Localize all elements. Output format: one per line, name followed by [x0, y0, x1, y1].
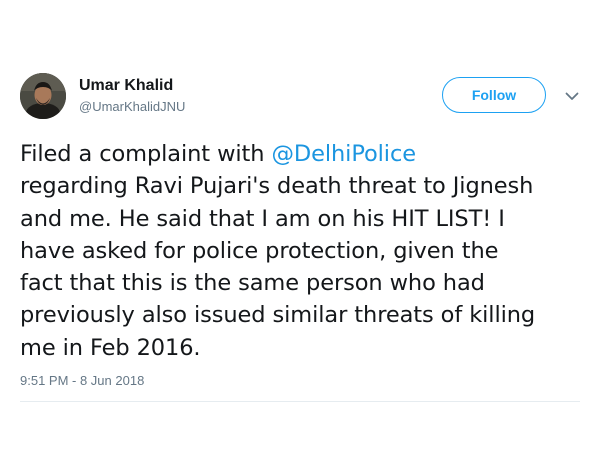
chevron-down-icon	[565, 92, 579, 100]
user-avatar-icon	[20, 73, 66, 119]
author-display-name[interactable]: Umar Khalid	[79, 77, 173, 95]
follow-button[interactable]: Follow	[442, 77, 546, 113]
tweet-timestamp[interactable]: 9:51 PM - 8 Jun 2018	[20, 373, 144, 388]
divider	[20, 401, 580, 402]
tweet-text: Filed a complaint with @DelhiPolice rega…	[20, 138, 590, 364]
mention-link[interactable]: @DelhiPolice	[271, 141, 416, 167]
tweet-text-line: have asked for police protection, given …	[20, 237, 499, 264]
tweet-text-segment: Filed a complaint with	[20, 141, 272, 167]
tweet-text-line: fact that this is the same person who ha…	[20, 270, 485, 297]
avatar[interactable]	[20, 73, 66, 119]
tweet-text-line: and me. He said that I am on his HIT LIS…	[20, 205, 505, 232]
tweet-text-line: Filed a complaint with @DelhiPolice	[20, 138, 590, 170]
tweet-text-line: regarding Ravi Pujari's death threat to …	[20, 173, 534, 200]
tweet-text-line: previously also issued similar threats o…	[20, 302, 536, 329]
tweet-card: Umar Khalid @UmarKhalidJNU Follow Filed …	[0, 0, 600, 450]
tweet-menu-button[interactable]	[563, 87, 581, 105]
author-handle[interactable]: @UmarKhalidJNU	[79, 99, 185, 114]
tweet-text-line: me in Feb 2016.	[20, 334, 201, 361]
